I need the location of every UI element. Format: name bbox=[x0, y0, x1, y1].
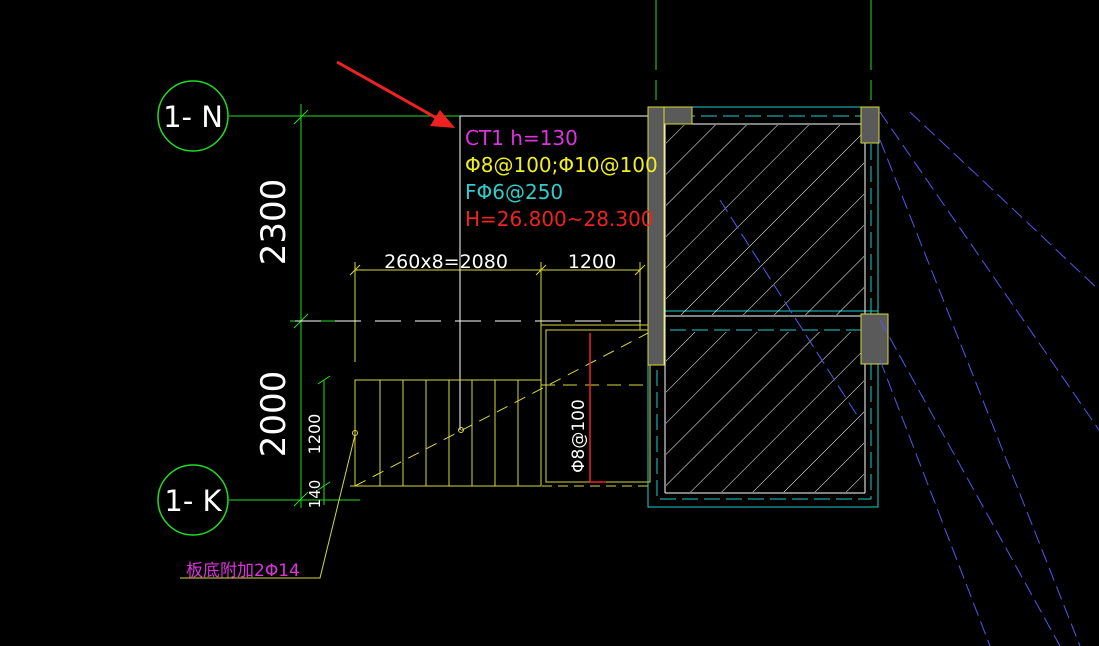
dimension-140: 140 bbox=[306, 480, 324, 509]
cad-drawing-canvas[interactable]: 1- N 1- K 2300 2000 1200 140 260x8=2080 … bbox=[0, 0, 1099, 646]
axis-bubble-1n[interactable]: 1- N bbox=[157, 80, 229, 152]
dimension-1200-vertical: 1200 bbox=[305, 414, 324, 455]
dimension-2000: 2000 bbox=[254, 371, 294, 458]
pointer-arrow bbox=[336, 60, 455, 128]
slab-hatch-bottom bbox=[666, 332, 864, 492]
elevation-label: H=26.800~28.300 bbox=[465, 207, 654, 231]
dimension-landing: 1200 bbox=[568, 251, 616, 273]
dimension-tread: 260x8=2080 bbox=[384, 251, 508, 273]
landing-rebar-label: Φ8@100 bbox=[569, 399, 589, 473]
dimension-2300: 2300 bbox=[254, 179, 294, 266]
slab-hatch-top bbox=[666, 125, 864, 315]
horizontal-dimension-line bbox=[349, 262, 646, 385]
landing-rebar bbox=[589, 333, 606, 483]
column-top-right[interactable] bbox=[860, 106, 880, 144]
column-mid-right[interactable] bbox=[860, 313, 889, 365]
main-rebar-label: Φ8@100;Φ10@100 bbox=[465, 153, 658, 177]
stair-flight[interactable] bbox=[350, 324, 651, 487]
dist-rebar-label: FΦ6@250 bbox=[465, 180, 563, 204]
axis-lines-vertical bbox=[655, 0, 872, 100]
axis-label-1k: 1- K bbox=[164, 484, 222, 518]
ct-label: CT1 h=130 bbox=[465, 126, 578, 150]
axis-label-1n: 1- N bbox=[163, 100, 223, 134]
axis-bubble-1k[interactable]: 1- K bbox=[157, 464, 229, 536]
bottom-note: 板底附加2Φ14 bbox=[186, 561, 300, 581]
